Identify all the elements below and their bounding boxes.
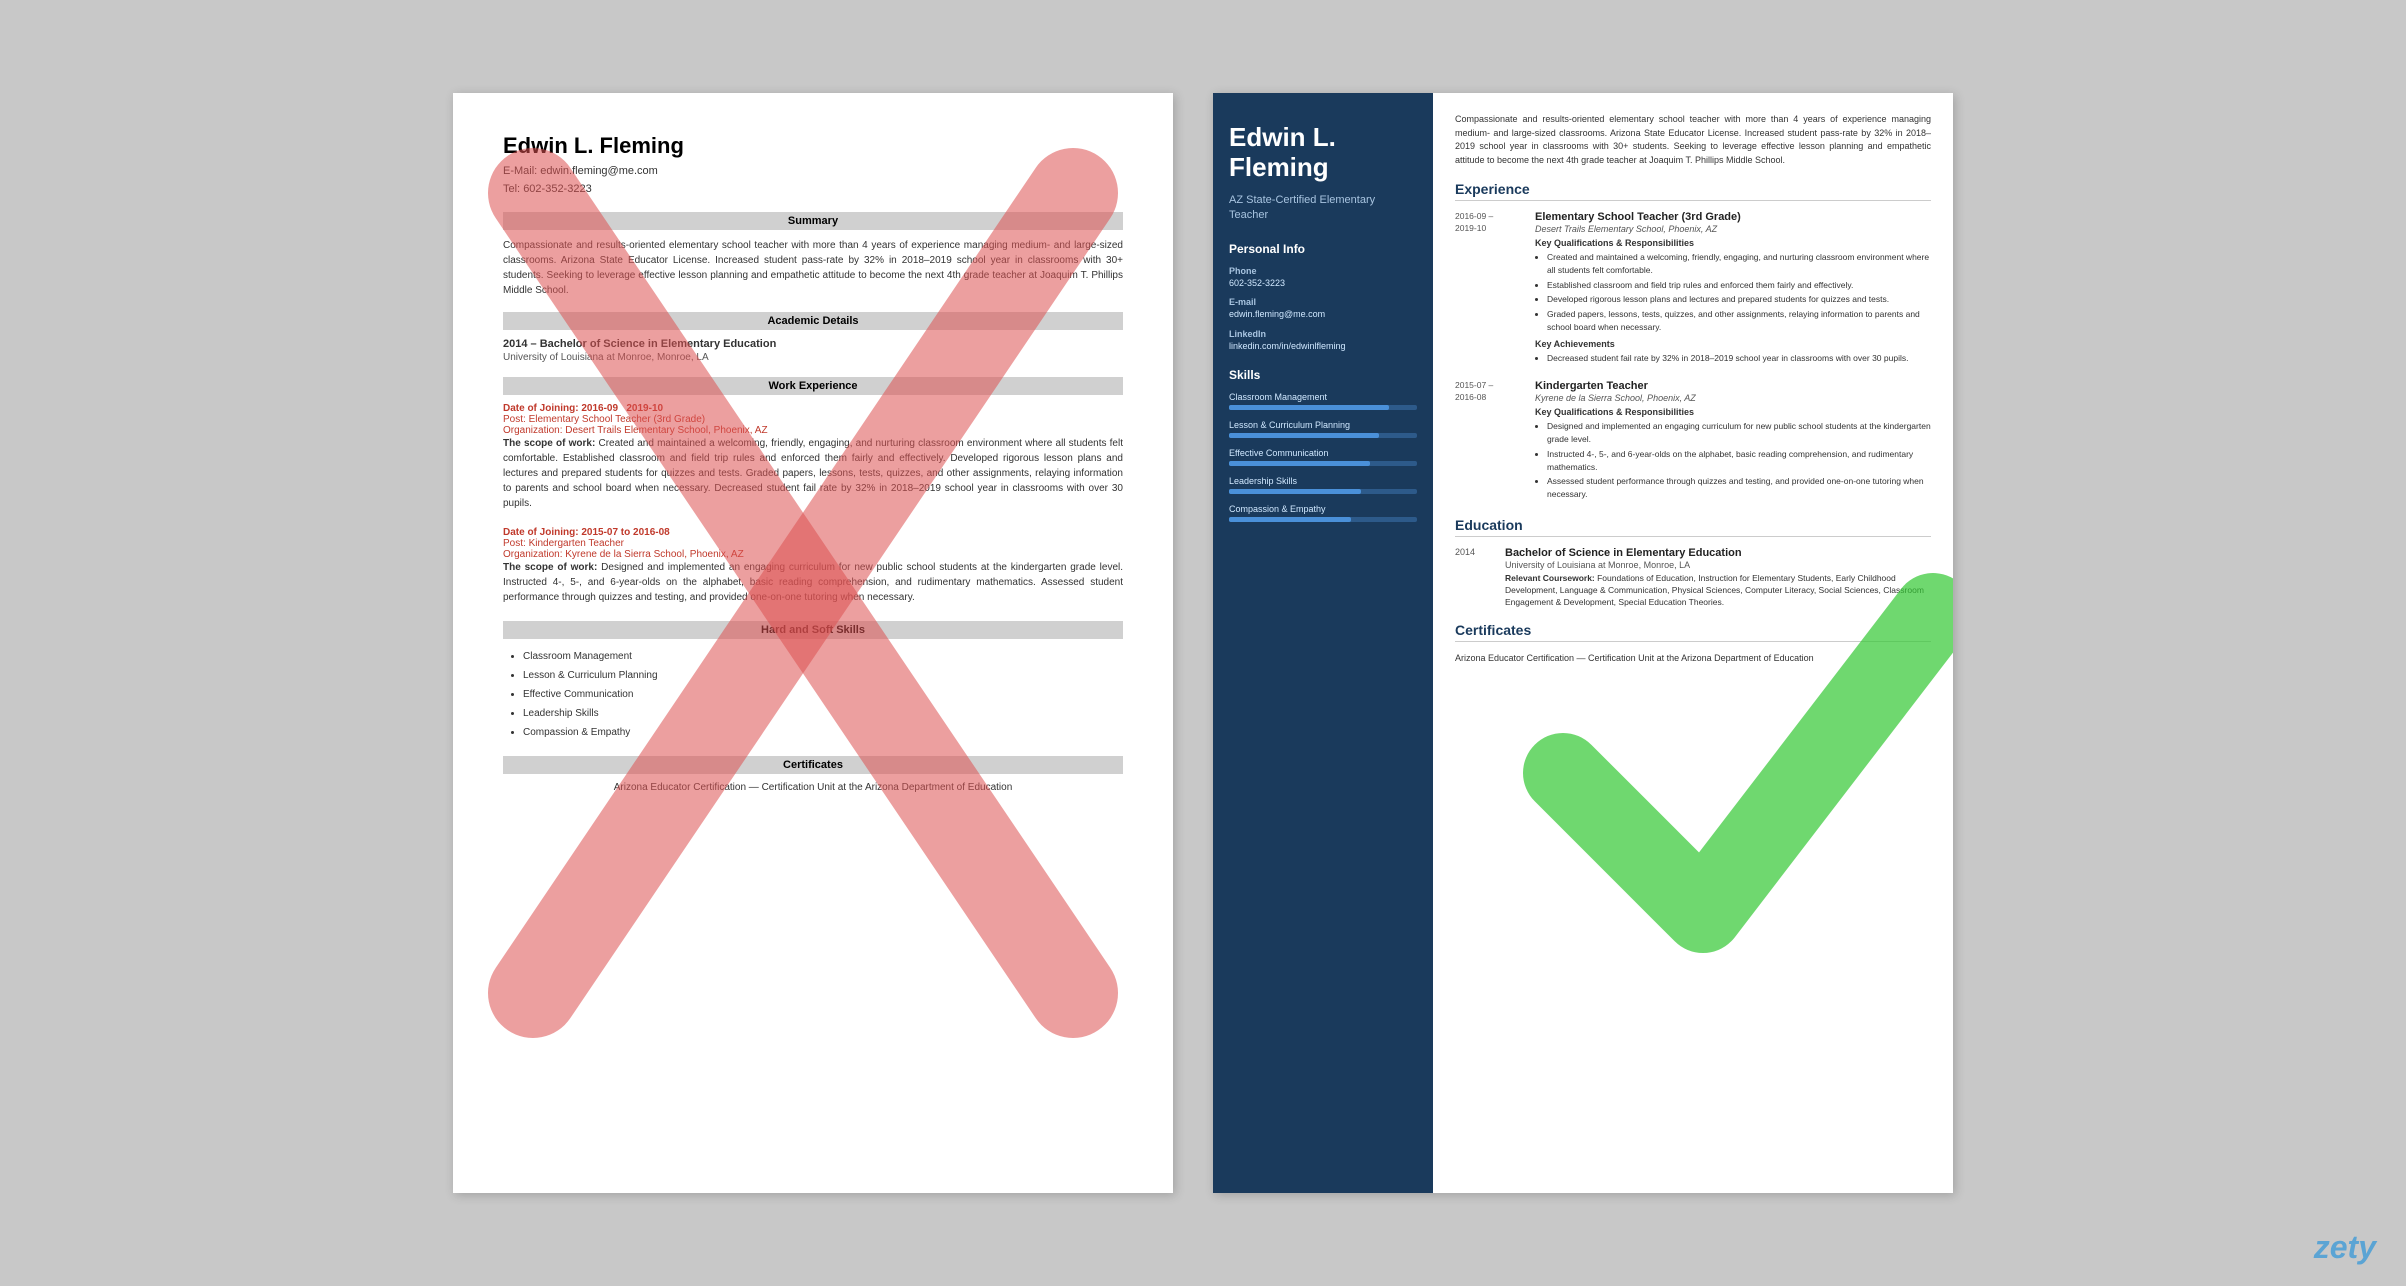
linkedin-value: linkedin.com/in/edwinlfleming xyxy=(1229,340,1417,353)
summary-text: Compassionate and results-oriented eleme… xyxy=(503,238,1123,298)
skill-item-5: Compassion & Empathy xyxy=(523,723,1123,742)
work-entry-1: Date of Joining: 2016-09 2019-10 Post: E… xyxy=(503,403,1123,511)
email-label: E-Mail: xyxy=(503,165,537,177)
exp-bullet-2-1: Designed and implemented an engaging cur… xyxy=(1547,420,1931,446)
skill-bar-2: Lesson & Curriculum Planning xyxy=(1229,420,1417,438)
exp-bullet-2-2: Instructed 4-, 5-, and 6-year-olds on th… xyxy=(1547,448,1931,474)
exp-bullet-1-2: Established classroom and field trip rul… xyxy=(1547,279,1931,292)
exp-qualifications-label-2: Key Qualifications & Responsibilities xyxy=(1535,407,1931,417)
email-value: edwin.fleming@me.com xyxy=(540,165,658,177)
edu-degree: Bachelor of Science in Elementary Educat… xyxy=(1505,547,1931,559)
exp-entry-2: 2015-07 –2016-08 Kindergarten Teacher Ky… xyxy=(1455,380,1931,503)
edu-entry-1: 2014 Bachelor of Science in Elementary E… xyxy=(1455,547,1931,609)
work-date-2: Date of Joining: 2015-07 to 2016-08 xyxy=(503,527,1123,538)
exp-entry-1: 2016-09 –2019-10 Elementary School Teach… xyxy=(1455,211,1931,366)
linkedin-label: LinkedIn xyxy=(1229,329,1417,339)
exp-bullet-1-3: Developed rigorous lesson plans and lect… xyxy=(1547,293,1931,306)
skills-list: Classroom Management Lesson & Curriculum… xyxy=(503,647,1123,742)
tel-value: 602-352-3223 xyxy=(523,183,592,195)
exp-org-1: Desert Trails Elementary School, Phoenix… xyxy=(1535,224,1931,234)
summary-header: Summary xyxy=(503,212,1123,230)
right-resume: Edwin L. Fleming AZ State-Certified Elem… xyxy=(1213,93,1953,1193)
phone-label: Phone xyxy=(1229,266,1417,276)
summary-right: Compassionate and results-oriented eleme… xyxy=(1455,113,1931,167)
exp-bullet-2-3: Assessed student performance through qui… xyxy=(1547,475,1931,501)
skill-bar-1: Classroom Management xyxy=(1229,392,1417,410)
skill-bar-label-5: Compassion & Empathy xyxy=(1229,504,1417,514)
work-date-1: Date of Joining: 2016-09 2019-10 xyxy=(503,403,1123,414)
exp-org-2: Kyrene de la Sierra School, Phoenix, AZ xyxy=(1535,393,1931,403)
exp-title-1: Elementary School Teacher (3rd Grade) xyxy=(1535,211,1931,223)
exp-date-1: 2016-09 –2019-10 xyxy=(1455,211,1525,235)
left-name: Edwin L. Fleming xyxy=(503,133,1123,159)
edu-school: University of Louisiana at Monroe, Monro… xyxy=(1505,560,1931,570)
experience-section-title: Experience xyxy=(1455,181,1931,201)
exp-title-2: Kindergarten Teacher xyxy=(1535,380,1931,392)
work-entry-2: Date of Joining: 2015-07 to 2016-08 Post… xyxy=(503,527,1123,605)
exp-bullets-1: Created and maintained a welcoming, frie… xyxy=(1535,251,1931,334)
sidebar-name: Edwin L. Fleming xyxy=(1229,123,1417,183)
exp-bullets-2: Designed and implemented an engaging cur… xyxy=(1535,420,1931,501)
exp-achievements-label-1: Key Achievements xyxy=(1535,339,1931,349)
edu-year: 2014 xyxy=(1455,547,1495,609)
education-entry: 2014 – Bachelor of Science in Elementary… xyxy=(503,338,1123,363)
exp-content-2: Kindergarten Teacher Kyrene de la Sierra… xyxy=(1535,380,1931,503)
exp-content-1: Elementary School Teacher (3rd Grade) De… xyxy=(1535,211,1931,366)
skill-bar-label-3: Effective Communication xyxy=(1229,448,1417,458)
skills-section-label: Skills xyxy=(1229,368,1417,382)
education-section-title: Education xyxy=(1455,517,1931,537)
cert-text-left: Arizona Educator Certification — Certifi… xyxy=(503,782,1123,793)
skill-bar-3: Effective Communication xyxy=(1229,448,1417,466)
work-scope-2: The scope of work: Designed and implemen… xyxy=(503,560,1123,605)
tel-label: Tel: xyxy=(503,183,520,195)
skill-item-2: Lesson & Curriculum Planning xyxy=(523,666,1123,685)
skills-header: Hard and Soft Skills xyxy=(503,621,1123,639)
certs-header: Certificates xyxy=(503,756,1123,774)
edu-content: Bachelor of Science in Elementary Educat… xyxy=(1505,547,1931,609)
exp-bullet-1-4: Graded papers, lessons, tests, quizzes, … xyxy=(1547,308,1931,334)
exp-achievements-1: Decreased student fail rate by 32% in 20… xyxy=(1535,352,1931,365)
work-post-1: Post: Elementary School Teacher (3rd Gra… xyxy=(503,414,1123,425)
left-contact: E-Mail: edwin.fleming@me.com Tel: 602-35… xyxy=(503,163,1123,198)
work-org-1: Organization: Desert Trails Elementary S… xyxy=(503,425,1123,436)
personal-info-section: Personal Info xyxy=(1229,242,1417,256)
certs-section-title: Certificates xyxy=(1455,622,1931,642)
sidebar: Edwin L. Fleming AZ State-Certified Elem… xyxy=(1213,93,1433,1193)
work-header: Work Experience xyxy=(503,377,1123,395)
exp-qualifications-label-1: Key Qualifications & Responsibilities xyxy=(1535,238,1931,248)
education-year: 2014 – xyxy=(503,338,537,350)
email-label-sidebar: E-mail xyxy=(1229,297,1417,307)
skill-bar-4: Leadership Skills xyxy=(1229,476,1417,494)
skill-item-4: Leadership Skills xyxy=(523,704,1123,723)
skill-bar-5: Compassion & Empathy xyxy=(1229,504,1417,522)
education-school: University of Louisiana at Monroe, Monro… xyxy=(503,352,1123,363)
exp-achievement-1-1: Decreased student fail rate by 32% in 20… xyxy=(1547,352,1931,365)
cert-text-right: Arizona Educator Certification — Certifi… xyxy=(1455,652,1931,665)
skill-bar-label-2: Lesson & Curriculum Planning xyxy=(1229,420,1417,430)
phone-value: 602-352-3223 xyxy=(1229,277,1417,290)
email-value-sidebar: edwin.fleming@me.com xyxy=(1229,308,1417,321)
work-post-2: Post: Kindergarten Teacher xyxy=(503,538,1123,549)
skill-item-3: Effective Communication xyxy=(523,685,1123,704)
main-content: Compassionate and results-oriented eleme… xyxy=(1433,93,1953,1193)
edu-coursework: Relevant Coursework: Foundations of Educ… xyxy=(1505,573,1931,609)
zety-logo: zety xyxy=(2314,1229,2376,1266)
left-resume: Edwin L. Fleming E-Mail: edwin.fleming@m… xyxy=(453,93,1173,1193)
education-degree: Bachelor of Science in Elementary Educat… xyxy=(540,338,777,350)
skill-bar-label-4: Leadership Skills xyxy=(1229,476,1417,486)
work-org-2: Organization: Kyrene de la Sierra School… xyxy=(503,549,1123,560)
skill-bar-label-1: Classroom Management xyxy=(1229,392,1417,402)
exp-bullet-1-1: Created and maintained a welcoming, frie… xyxy=(1547,251,1931,277)
exp-date-2: 2015-07 –2016-08 xyxy=(1455,380,1525,404)
academic-header: Academic Details xyxy=(503,312,1123,330)
skill-item-1: Classroom Management xyxy=(523,647,1123,666)
work-scope-1: The scope of work: Created and maintaine… xyxy=(503,436,1123,511)
sidebar-title: AZ State-Certified Elementary Teacher xyxy=(1229,193,1417,224)
